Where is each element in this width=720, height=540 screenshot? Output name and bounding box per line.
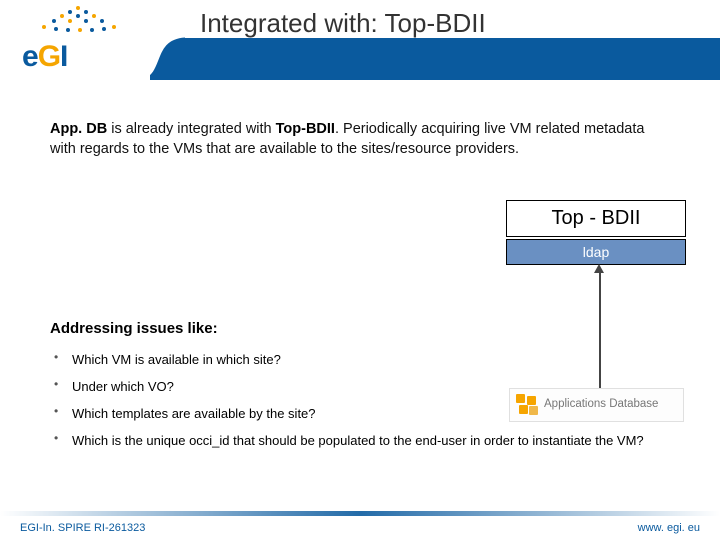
egi-logo-text: e G I: [22, 40, 67, 74]
slide-footer: EGI-In. SPIRE RI-261323 www. egi. eu: [0, 522, 720, 534]
appdb-term: App. DB: [50, 121, 107, 137]
slide-header: e G I Integrated with: Top-BDII: [0, 0, 720, 80]
para-mid1: is already integrated with: [107, 121, 275, 137]
appdb-cube-icon: [516, 394, 538, 416]
list-item: Which is the unique occi_id that should …: [50, 428, 690, 455]
list-item: Which VM is available in which site?: [50, 347, 690, 374]
egi-logo-e: e: [22, 40, 38, 74]
topbdii-term: Top-BDII: [276, 121, 335, 137]
intro-paragraph: App. DB is already integrated with Top-B…: [50, 120, 670, 159]
slide-title: Integrated with: Top-BDII: [200, 8, 486, 39]
footer-right: www. egi. eu: [638, 522, 700, 534]
egi-logo: e G I: [0, 0, 150, 80]
egi-logo-g: G: [38, 40, 60, 74]
appdb-logo-label: Applications Database: [544, 399, 658, 411]
egi-logo-i: I: [60, 40, 67, 74]
egi-logo-dots-icon: [30, 6, 130, 36]
issues-heading: Addressing issues like:: [50, 320, 690, 337]
appdb-logo: Applications Database: [509, 388, 684, 422]
topbdii-box-group: Top - BDII ldap: [506, 200, 686, 265]
footer-left: EGI-In. SPIRE RI-261323: [20, 522, 145, 534]
content-area: App. DB is already integrated with Top-B…: [0, 80, 720, 187]
footer-gradient-bar: [0, 511, 720, 516]
topbdii-box: Top - BDII: [506, 200, 686, 237]
